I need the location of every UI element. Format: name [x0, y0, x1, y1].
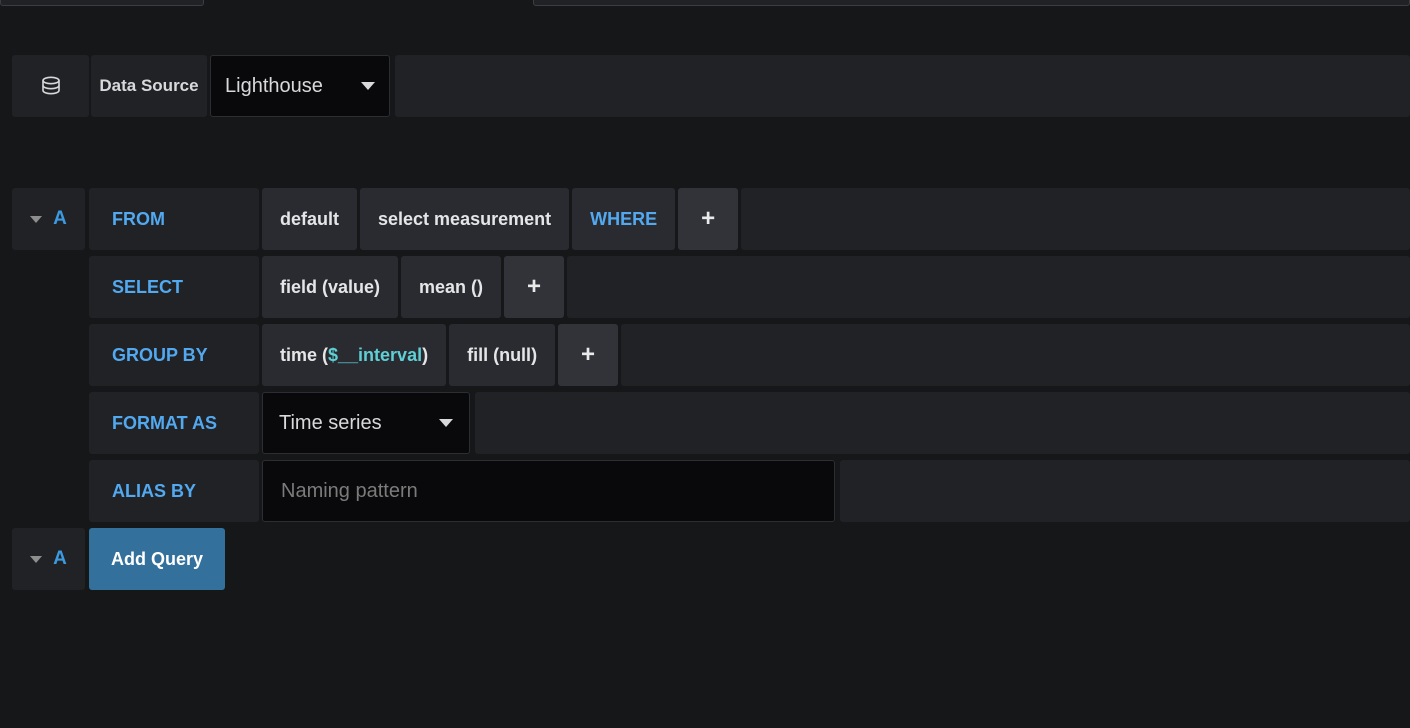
- query-editor-a: A FROM default select measurement WHERE …: [12, 188, 1410, 590]
- panel-edge-left: [0, 0, 204, 6]
- caret-down-icon: [30, 555, 43, 563]
- query-row-format-as: FORMAT AS Time series: [12, 392, 1410, 454]
- from-label: FROM: [89, 188, 259, 250]
- from-policy-segment[interactable]: default: [262, 188, 358, 250]
- alias-by-input[interactable]: [262, 460, 835, 522]
- group-by-row-spacer: [12, 324, 85, 386]
- datasource-select[interactable]: Lighthouse: [210, 55, 390, 117]
- footer-collapse-toggle[interactable]: A: [12, 528, 85, 590]
- database-icon-cell: [12, 55, 89, 117]
- select-add-button[interactable]: +: [504, 256, 565, 318]
- format-as-selected-value: Time series: [279, 411, 382, 434]
- query-footer-row: A Add Query: [12, 528, 1410, 590]
- group-by-time-segment[interactable]: time ($__interval): [262, 324, 447, 386]
- format-as-row-filler: [475, 392, 1410, 454]
- select-function-segment[interactable]: mean (): [401, 256, 502, 318]
- datasource-selected-value: Lighthouse: [225, 74, 323, 97]
- format-as-select[interactable]: Time series: [262, 392, 470, 454]
- where-label: WHERE: [572, 188, 676, 250]
- database-icon: [38, 73, 64, 99]
- query-collapse-toggle[interactable]: A: [12, 188, 85, 250]
- datasource-row-filler: [395, 55, 1410, 117]
- group-by-add-button[interactable]: +: [558, 324, 619, 386]
- query-row-from: A FROM default select measurement WHERE …: [12, 188, 1410, 250]
- alias-by-label: ALIAS BY: [89, 460, 259, 522]
- where-add-button[interactable]: +: [678, 188, 739, 250]
- from-row-filler: [741, 188, 1410, 250]
- datasource-row: Data Source Lighthouse: [12, 55, 1410, 117]
- chevron-down-icon: [361, 82, 375, 90]
- group-by-row-filler: [621, 324, 1410, 386]
- query-row-select: SELECT field (value) mean () +: [12, 256, 1410, 318]
- select-label: SELECT: [89, 256, 259, 318]
- panel-edge-right: [533, 0, 1410, 6]
- group-by-time-prefix: time (: [280, 344, 329, 365]
- alias-by-row-spacer: [12, 460, 85, 522]
- query-row-alias-by: ALIAS BY: [12, 460, 1410, 522]
- format-as-row-spacer: [12, 392, 85, 454]
- group-by-label: GROUP BY: [89, 324, 259, 386]
- add-query-button[interactable]: Add Query: [89, 528, 226, 590]
- top-panel-edges: [0, 0, 1410, 10]
- select-field-segment[interactable]: field (value): [262, 256, 399, 318]
- group-by-fill-segment[interactable]: fill (null): [449, 324, 556, 386]
- interval-variable: $__interval: [328, 344, 423, 365]
- datasource-label: Data Source: [91, 55, 207, 117]
- format-as-label: FORMAT AS: [89, 392, 259, 454]
- group-by-time-suffix: ): [422, 344, 429, 365]
- footer-ref-id: A: [53, 548, 67, 569]
- select-row-filler: [567, 256, 1410, 318]
- query-row-group-by: GROUP BY time ($__interval) fill (null) …: [12, 324, 1410, 386]
- caret-down-icon: [30, 215, 43, 223]
- alias-by-row-filler: [840, 460, 1410, 522]
- query-ref-id: A: [53, 208, 67, 229]
- select-row-spacer: [12, 256, 85, 318]
- chevron-down-icon: [439, 419, 453, 427]
- from-measurement-segment[interactable]: select measurement: [360, 188, 570, 250]
